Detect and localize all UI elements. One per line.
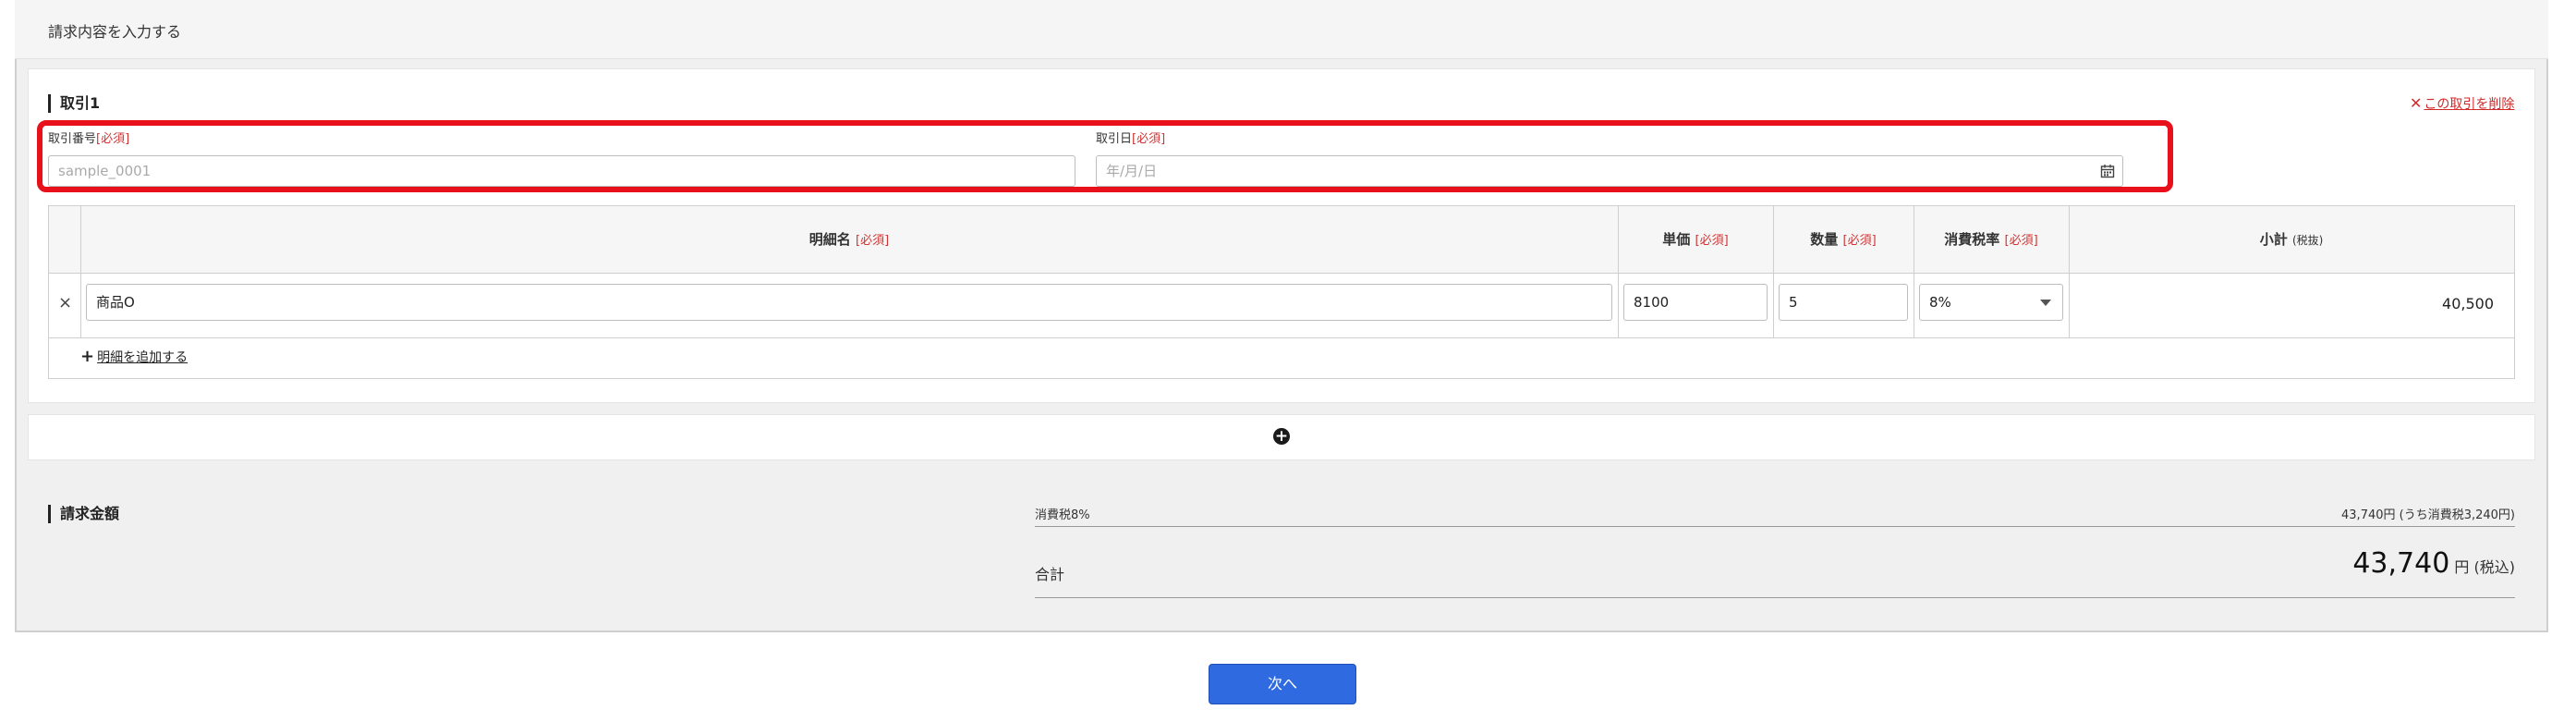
chevron-down-icon [2040, 300, 2051, 306]
subtotal-value: 40,500 [2442, 295, 2494, 312]
divider [1618, 206, 1619, 337]
add-transaction-icon[interactable]: + [1273, 428, 1290, 445]
summary-title: 請求金額 [48, 505, 119, 523]
divider [2069, 206, 2070, 337]
required-badge: [必須] [2004, 234, 2038, 248]
header-item-name-text: 明細名 [808, 231, 851, 248]
delete-transaction-label: この取引を削除 [2424, 97, 2515, 112]
divider [1773, 206, 1774, 337]
header-item-name: 明細名 [必須] [80, 206, 1618, 273]
total-unit: 円 (税込) [2454, 558, 2515, 576]
total-label: 合計 [1035, 566, 1065, 583]
tax-rate-value: 8% [1929, 294, 1951, 311]
tax-rate-summary-value: 43,740円 (うち消費税3,240円) [2341, 508, 2515, 522]
header-tax-rate-text: 消費税率 [1944, 231, 2000, 248]
table-header-row: 明細名 [必須] 単価 [必須] 数量 [必須] 消費税率 [必須] 小計 (税… [49, 206, 2514, 274]
header-quantity: 数量 [必須] [1773, 206, 1914, 273]
header-unit-price-text: 単価 [1662, 231, 1691, 248]
required-badge: [必須] [1842, 234, 1877, 248]
unit-price-input[interactable]: 8100 [1623, 284, 1768, 321]
transaction-title: 取引1 [48, 94, 100, 113]
plus-icon: + [80, 347, 95, 366]
tax-rate-select[interactable]: 8% [1919, 284, 2063, 321]
header-subtotal-note: (税抜) [2291, 234, 2324, 247]
total-value: 43,740 [2352, 547, 2450, 580]
delete-transaction-link[interactable]: ✕ この取引を削除 [2410, 94, 2514, 113]
next-button[interactable]: 次へ [1209, 664, 1356, 704]
quantity-input[interactable]: 5 [1779, 284, 1908, 321]
header-tax-rate: 消費税率 [必須] [1914, 206, 2069, 273]
add-line-item-link[interactable]: + 明細を追加する [80, 347, 188, 366]
header-subtotal-text: 小計 [2259, 231, 2288, 248]
header-unit-price: 単価 [必須] [1618, 206, 1773, 273]
quantity-value: 5 [1789, 294, 1798, 311]
item-name-value: 商品O [96, 294, 135, 311]
divider [1035, 526, 2515, 527]
unit-price-value: 8100 [1634, 294, 1670, 311]
page-title: 請求内容を入力する [48, 23, 182, 41]
total-amount: 43,740 円 (税込) [2352, 547, 2515, 580]
divider [1035, 597, 2515, 598]
close-icon: ✕ [2410, 94, 2423, 112]
page-header: 請求内容を入力する [15, 0, 2548, 59]
highlight-box [37, 120, 2173, 192]
header-subtotal: 小計 (税抜) [2069, 206, 2514, 273]
line-items-table: 明細名 [必須] 単価 [必須] 数量 [必須] 消費税率 [必須] 小計 (税… [48, 205, 2515, 379]
required-badge: [必須] [1695, 234, 1729, 248]
item-name-input[interactable]: 商品O [86, 284, 1612, 321]
required-badge: [必須] [856, 234, 890, 248]
tax-rate-summary-label: 消費税8% [1035, 508, 1090, 522]
add-line-item-label: 明細を追加する [97, 350, 188, 365]
remove-row-icon[interactable]: × [58, 293, 72, 312]
header-quantity-text: 数量 [1810, 231, 1839, 248]
divider [80, 206, 81, 337]
